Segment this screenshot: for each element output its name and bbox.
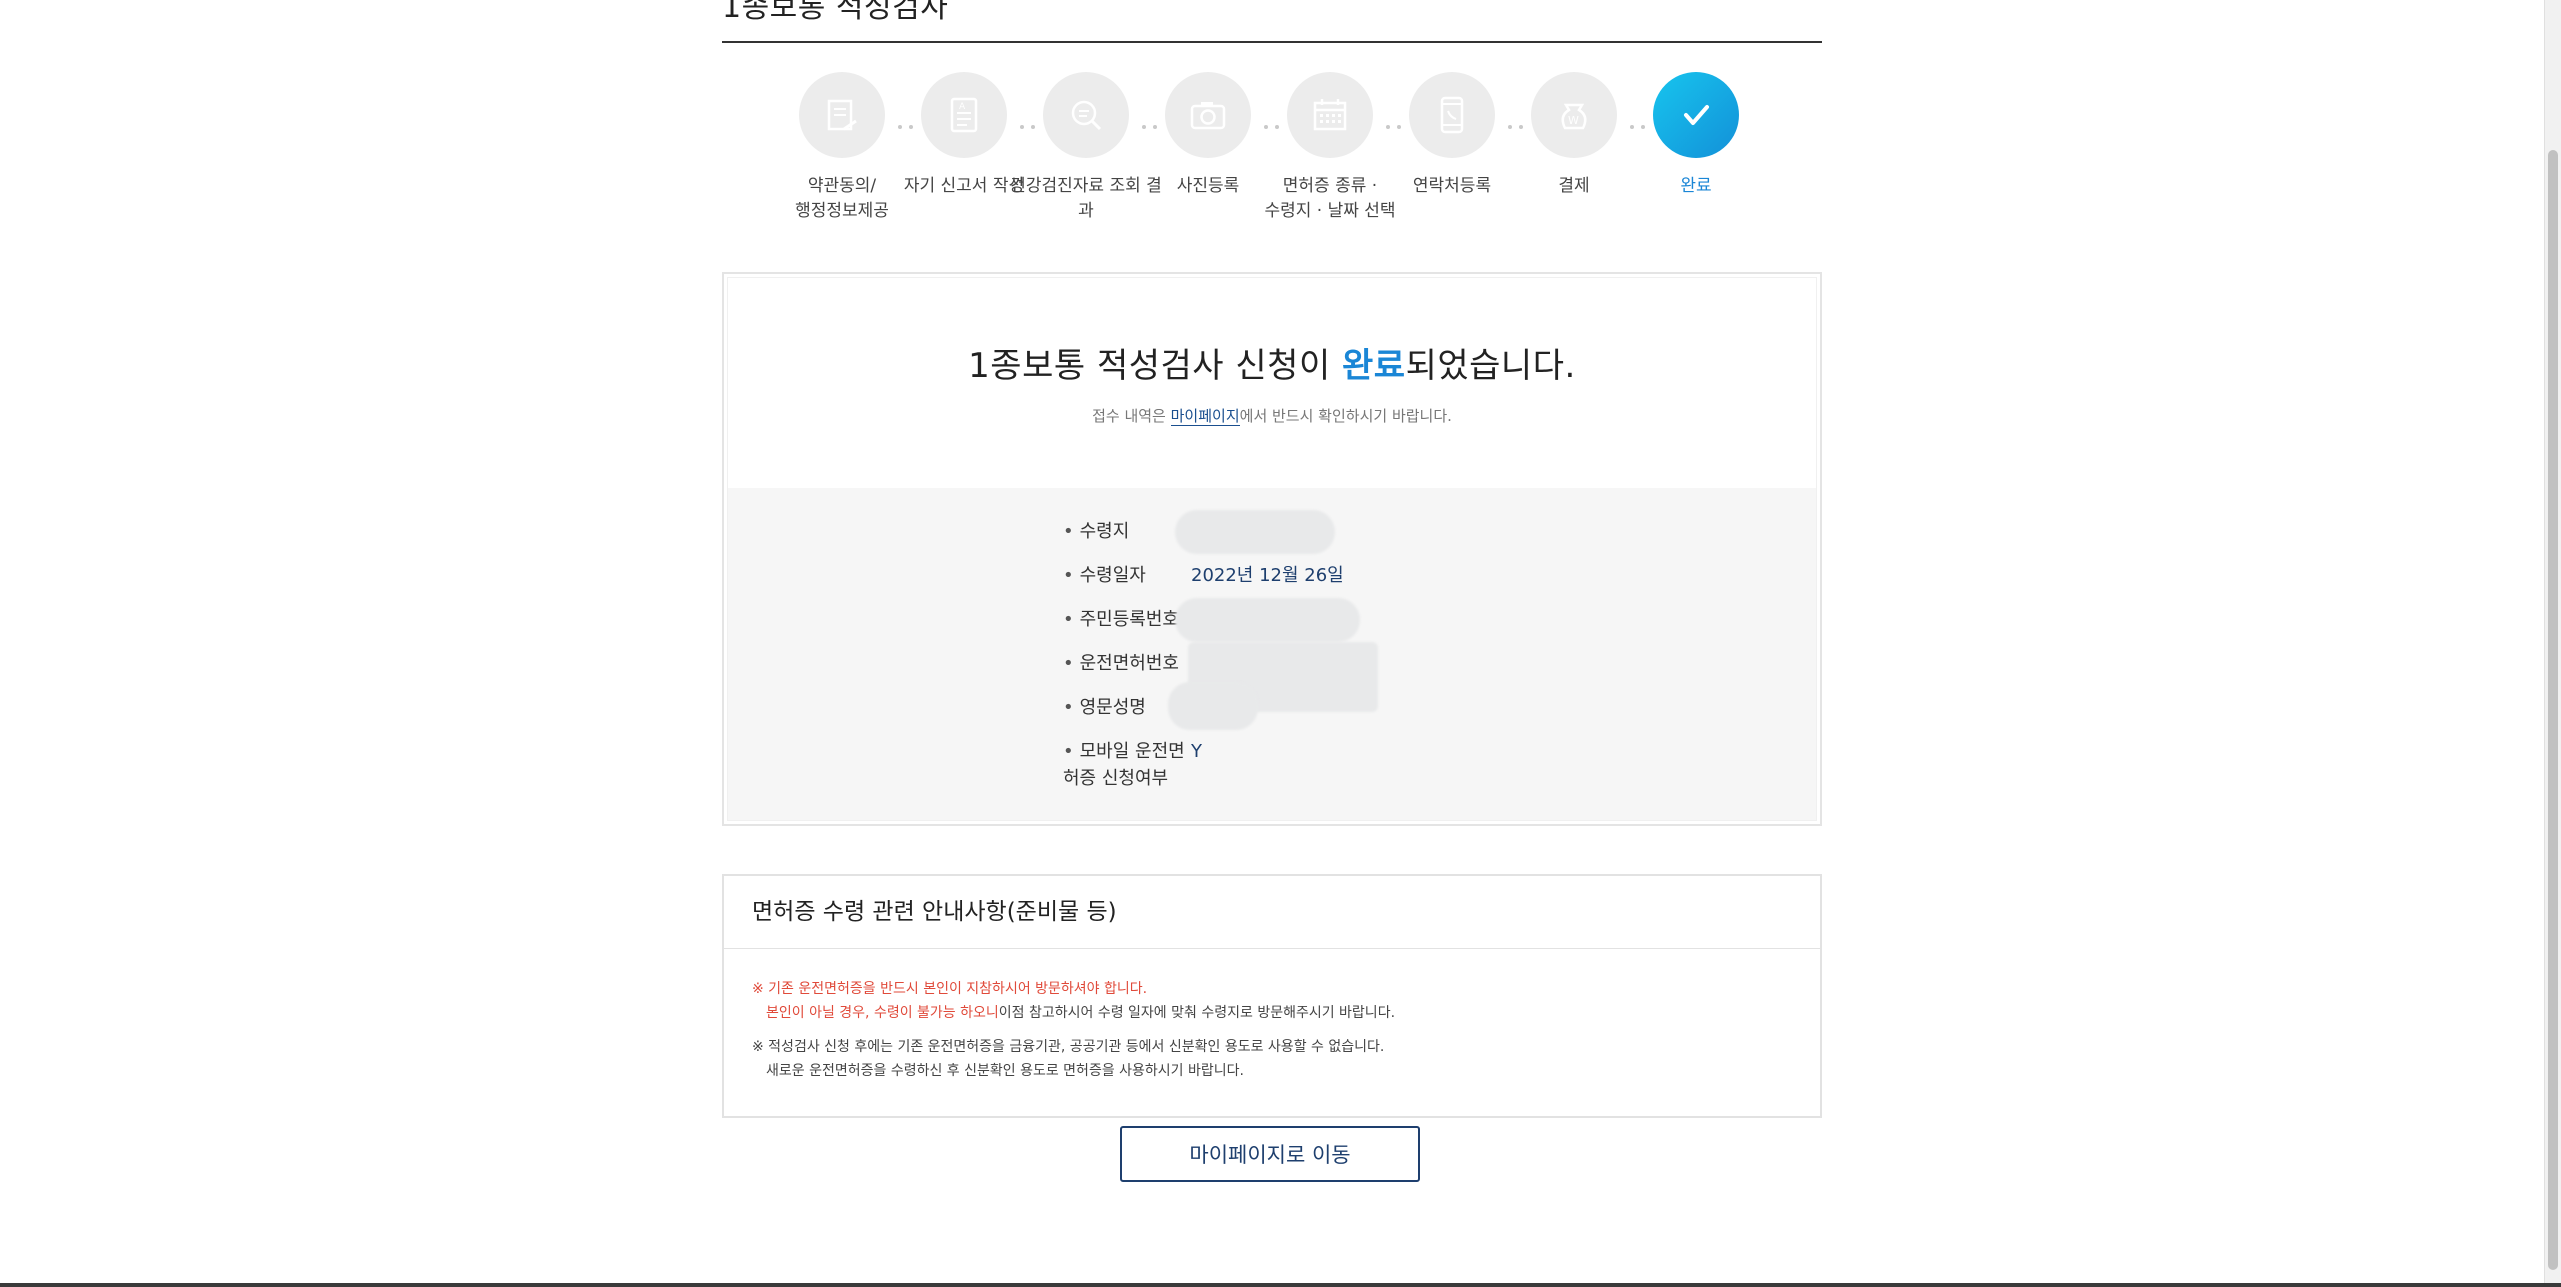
notice-title: 면허증 수령 관련 안내사항(준비물 등) <box>724 876 1820 949</box>
notice-line: ※ 적성검사 신청 후에는 기존 운전면허증을 금융기관, 공공기관 등에서 신… <box>752 1039 1385 1055</box>
form-icon: A <box>921 72 1007 158</box>
progress-steps: 약관동의/ 행정정보제공 A 자기 신고서 작성 건강검진자료 조회 결과 사진… <box>722 72 1822 232</box>
bottom-edge <box>0 1283 2561 1287</box>
camera-icon <box>1165 72 1251 158</box>
step-complete: 완료 <box>1616 72 1776 199</box>
summary-value: 2022년 12월 26일 <box>1191 565 1344 586</box>
check-icon <box>1653 72 1739 158</box>
completion-subtext: 접수 내역은 마이페이지에서 반드시 확인하시기 바랍니다. <box>1092 407 1452 426</box>
calendar-icon <box>1287 72 1373 158</box>
scrollbar-thumb[interactable] <box>2548 150 2558 1270</box>
application-summary: 수령지 수령일자 2022년 12월 26일 주민등록번호 운전면허번호 <box>728 488 1816 820</box>
summary-row-pickup-location: 수령지 <box>1063 510 1463 554</box>
document-sign-icon <box>799 72 885 158</box>
summary-label: 모바일 운전면허증 신청여부 <box>1063 738 1185 792</box>
redacted-value <box>1168 682 1258 730</box>
svg-text:W: W <box>1568 114 1579 127</box>
svg-text:A: A <box>959 102 966 112</box>
result-header: 1종보통 적성검사 신청이 완료되었습니다. 접수 내역은 마이페이지에서 반드… <box>728 278 1816 488</box>
vertical-scrollbar[interactable] <box>2544 0 2561 1287</box>
summary-label: 수령일자 <box>1063 562 1183 589</box>
summary-label: 영문성명 <box>1063 694 1183 721</box>
summary-row-license-number: 운전면허번호 <box>1063 642 1463 712</box>
notice-line: ※ 기존 운전면허증을 반드시 본인이 지참하시어 방문하셔야 합니다. <box>752 981 1148 997</box>
page-title: 1종보통 적성검사 <box>722 0 949 25</box>
redacted-value <box>1175 598 1360 642</box>
summary-row-mobile-license: 모바일 운전면허증 신청여부 Y <box>1063 730 1463 790</box>
step-label: 완료 <box>1680 176 1712 196</box>
phone-icon <box>1409 72 1495 158</box>
notice-line: 새로운 운전면허증을 수령하신 후 신분확인 용도로 면허증을 사용하시기 바랍… <box>766 1063 1244 1079</box>
mypage-link[interactable]: 마이페이지 <box>1170 407 1240 426</box>
summary-row-pickup-date: 수령일자 2022년 12월 26일 <box>1063 554 1463 598</box>
search-doc-icon <box>1043 72 1129 158</box>
payment-icon: W <box>1531 72 1617 158</box>
go-to-mypage-button[interactable]: 마이페이지로 이동 <box>1120 1126 1420 1182</box>
summary-label: 수령지 <box>1063 518 1183 545</box>
pickup-notice: 면허증 수령 관련 안내사항(준비물 등) ※ 기존 운전면허증을 반드시 본인… <box>722 874 1822 1118</box>
title-divider <box>722 41 1822 43</box>
summary-label: 주민등록번호 <box>1063 606 1183 633</box>
notice-line: 본인이 아닐 경우, 수령이 불가능 하오니이점 참고하시어 수령 일자에 맞춰… <box>766 1005 1396 1021</box>
summary-row-resident-number: 주민등록번호 <box>1063 598 1463 642</box>
result-box: 1종보통 적성검사 신청이 완료되었습니다. 접수 내역은 마이페이지에서 반드… <box>722 272 1822 826</box>
summary-row-english-name: 영문성명 <box>1063 682 1463 730</box>
completion-message: 1종보통 적성검사 신청이 완료되었습니다. <box>968 346 1576 386</box>
summary-value: Y <box>1191 741 1202 762</box>
summary-label: 운전면허번호 <box>1063 650 1183 677</box>
redacted-value <box>1175 510 1335 554</box>
